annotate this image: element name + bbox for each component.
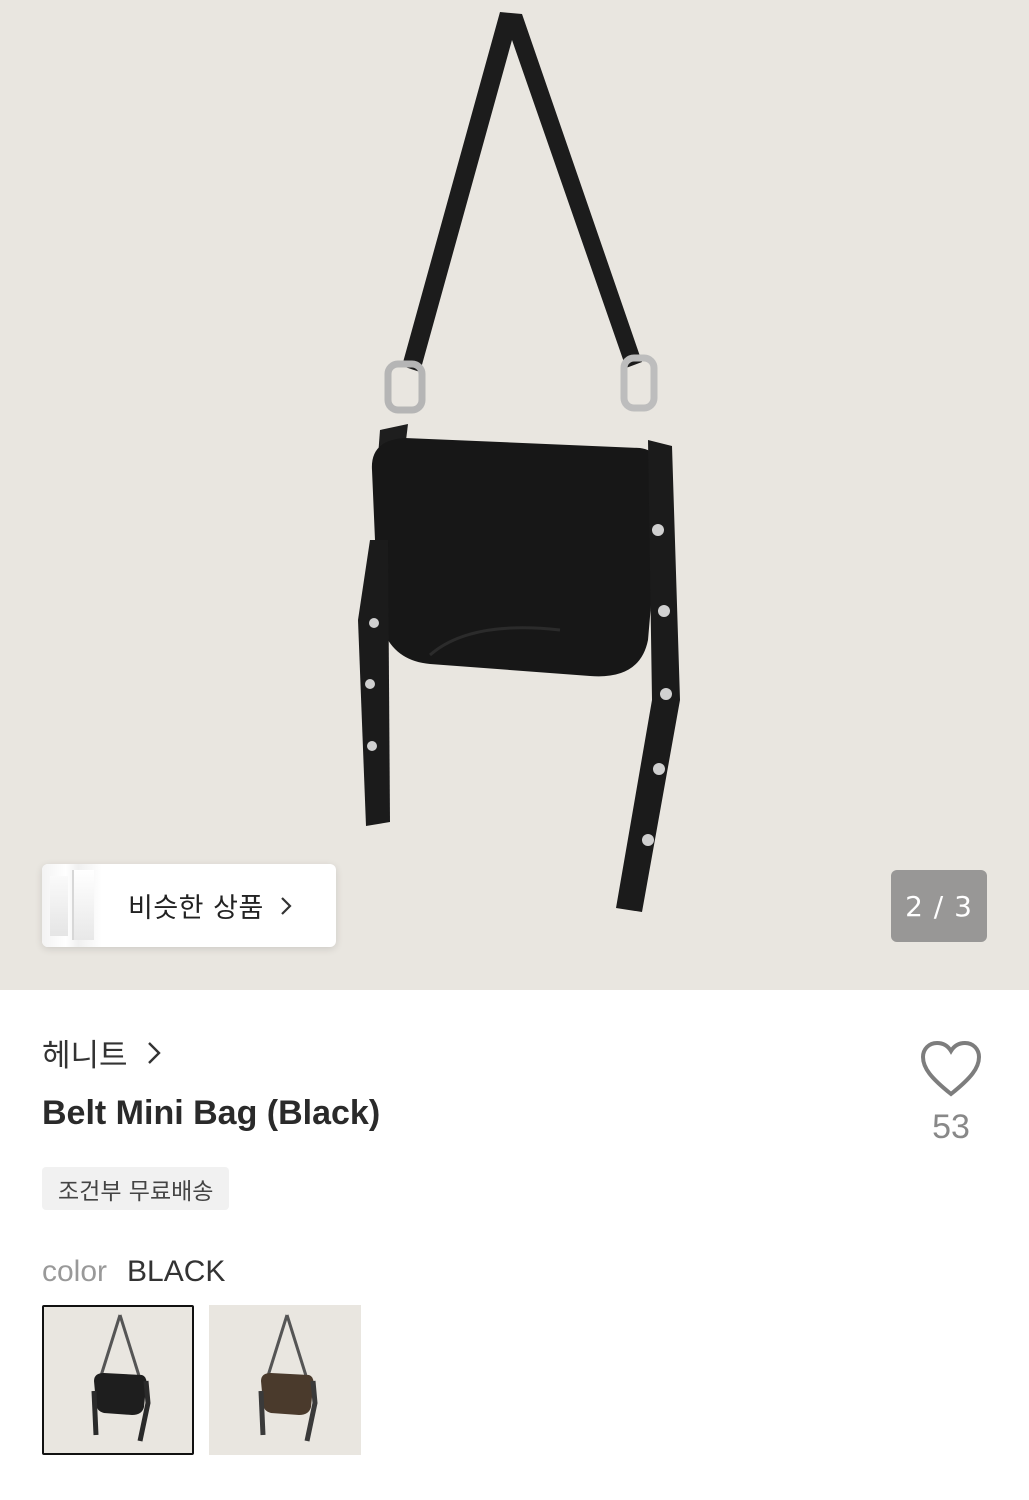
similar-products-thumbnails: [42, 864, 102, 947]
shipping-badge: 조건부 무료배송: [42, 1167, 230, 1210]
color-label: color: [42, 1255, 108, 1288]
chevron-right-icon: [147, 1041, 161, 1064]
color-swatch-brown[interactable]: [209, 1305, 361, 1455]
similar-products-label: 비슷한 상품: [128, 893, 264, 924]
like-count: 53: [932, 1108, 970, 1146]
like-button[interactable]: 53: [912, 1040, 990, 1160]
brand-name: 헤니트: [42, 1038, 128, 1074]
similar-products-button[interactable]: 비슷한 상품: [42, 864, 336, 947]
chevron-right-icon: [281, 896, 292, 915]
swatch-bag-black-image: [91, 1314, 151, 1442]
product-image: [358, 12, 680, 912]
gallery-page-indicator: 2 / 3: [891, 870, 987, 942]
brand-link[interactable]: 헤니트: [42, 1030, 164, 1075]
color-selected-value: BLACK: [127, 1255, 226, 1288]
product-title: Belt Mini Bag (Black): [42, 1094, 381, 1132]
color-swatch-black[interactable]: [42, 1305, 194, 1455]
product-image-gallery[interactable]: 비슷한 상품 2 / 3: [0, 0, 1029, 990]
color-option-row: color BLACK: [42, 1255, 225, 1289]
swatch-bag-brown-image: [258, 1314, 318, 1442]
heart-icon: [920, 1040, 982, 1097]
